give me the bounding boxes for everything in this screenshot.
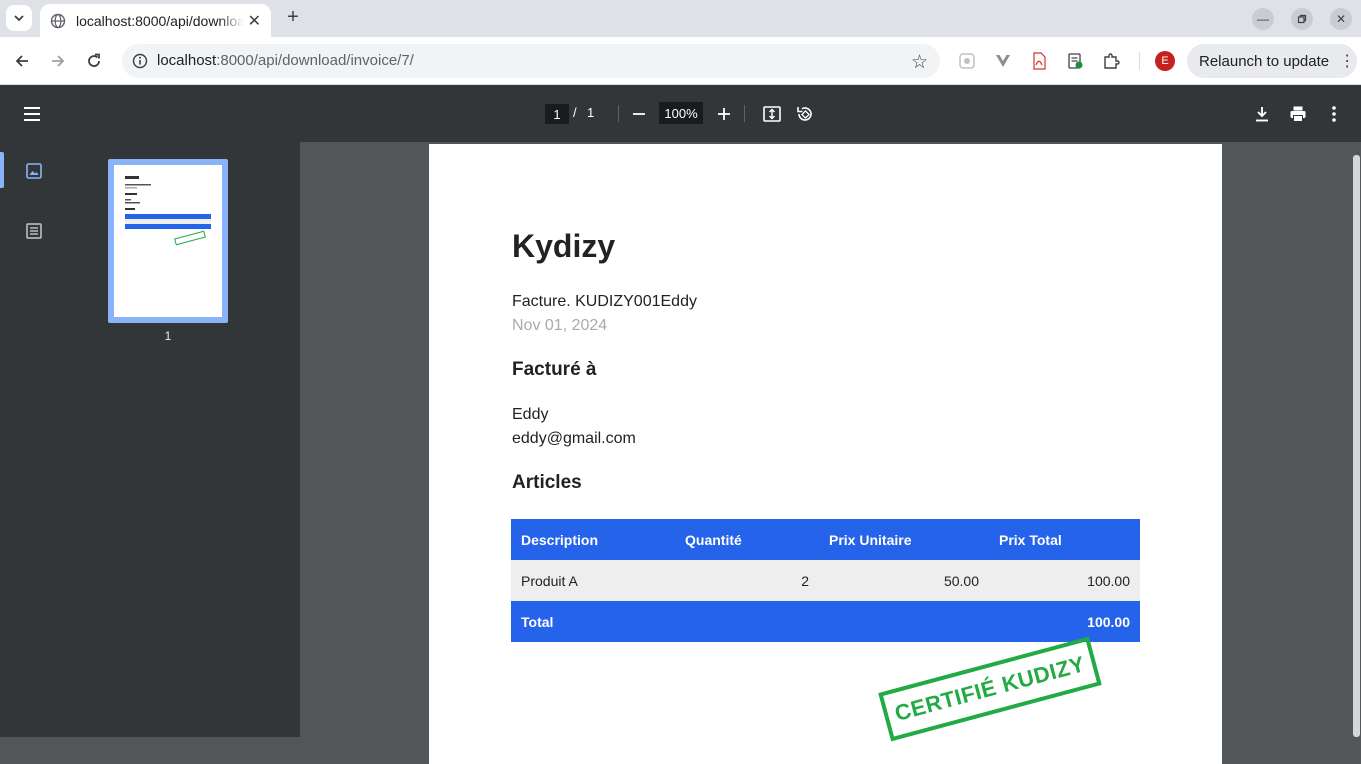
table-row: Produit A 2 50.00 100.00 <box>511 560 1140 601</box>
rotate-ccw-icon <box>797 107 812 121</box>
cell-unit-price: 50.00 <box>819 560 989 601</box>
pdf-toolbar: 1 / 1 100% <box>0 85 1361 142</box>
more-vert-icon <box>1332 106 1336 122</box>
tab-strip: localhost:8000/api/download/invoice/7/ ✕… <box>0 0 1361 37</box>
column-header: Prix Unitaire <box>819 519 989 560</box>
relaunch-label: Relaunch to update <box>1199 52 1330 70</box>
table-header-row: Description Quantité Prix Unitaire Prix … <box>511 519 1140 560</box>
items-table: Description Quantité Prix Unitaire Prix … <box>511 519 1140 642</box>
cell-total: 100.00 <box>989 560 1140 601</box>
cell-quantity: 2 <box>675 560 819 601</box>
zoom-in-button[interactable] <box>713 103 735 125</box>
reload-icon <box>88 53 100 67</box>
billed-to-heading: Facturé à <box>512 359 597 380</box>
client-name: Eddy <box>512 406 549 423</box>
items-heading: Articles <box>512 472 582 493</box>
column-header: Description <box>511 519 675 560</box>
url-host: localhost <box>157 52 217 69</box>
minimize-button[interactable]: — <box>1252 8 1274 30</box>
total-label: Total <box>511 601 675 642</box>
sheet-extension-icon[interactable] <box>1065 51 1085 71</box>
thumbnail-sidebar: 1 <box>0 142 300 737</box>
download-icon <box>1256 107 1268 122</box>
forward-button[interactable] <box>46 49 70 73</box>
more-vert-icon: ⋮ <box>1339 53 1356 70</box>
pdf-extension-icon[interactable] <box>1029 51 1049 71</box>
print-icon <box>1290 106 1306 122</box>
back-button[interactable] <box>10 49 34 73</box>
total-row: Total 100.00 <box>511 601 1140 642</box>
plus-icon <box>718 108 730 120</box>
browser-tab[interactable]: localhost:8000/api/download/invoice/7/ ✕ <box>40 4 271 37</box>
total-value: 100.00 <box>989 601 1140 642</box>
profile-avatar[interactable]: E <box>1155 51 1175 71</box>
column-header: Quantité <box>675 519 819 560</box>
page-total: 1 <box>587 105 595 120</box>
globe-icon <box>50 13 66 28</box>
menu-icon[interactable] <box>22 104 42 124</box>
thumbnail-preview <box>114 165 222 317</box>
active-indicator <box>0 152 4 188</box>
extension-grey-icon[interactable] <box>957 51 977 71</box>
arrow-right-icon <box>52 55 65 67</box>
certified-stamp: CERTIFIÉ KUDIZY <box>878 636 1102 742</box>
scrollbar-thumb[interactable] <box>1353 155 1360 737</box>
close-window-button[interactable]: ✕ <box>1330 8 1352 30</box>
minus-icon <box>633 113 645 115</box>
rotate-button[interactable] <box>794 103 816 125</box>
restore-button[interactable] <box>1291 8 1313 30</box>
invoice-date: Nov 01, 2024 <box>512 317 608 334</box>
thumbnail-page-number: 1 <box>164 329 172 343</box>
pdf-page: Kydizy Facture. KUDIZY001Eddy Nov 01, 20… <box>429 144 1222 764</box>
chevron-down-icon <box>14 15 24 22</box>
new-tab-button[interactable]: + <box>282 6 304 28</box>
toolbar-divider <box>744 105 745 122</box>
page-separator: / <box>573 105 577 120</box>
thumbnail-miniature <box>125 176 211 246</box>
zoom-out-button[interactable] <box>628 103 650 125</box>
vue-devtools-icon[interactable] <box>993 51 1013 71</box>
arrow-left-icon <box>15 55 28 67</box>
cell-description: Produit A <box>511 560 675 601</box>
fit-to-page-icon <box>763 106 781 122</box>
more-options-button[interactable] <box>1323 103 1345 125</box>
page-number-input[interactable]: 1 <box>545 104 569 124</box>
extensions-puzzle-icon[interactable] <box>1101 51 1121 71</box>
browser-toolbar: localhost:8000/api/download/invoice/7/ ☆… <box>0 37 1361 85</box>
thumbnails-icon[interactable] <box>24 161 44 181</box>
bookmark-star-icon[interactable]: ☆ <box>911 51 928 74</box>
tab-title: localhost:8000/api/download/invoice/7/ <box>76 12 244 29</box>
company-name: Kydizy <box>512 228 616 264</box>
invoice-number: Facture. KUDIZY001Eddy <box>512 293 697 310</box>
client-email: eddy@gmail.com <box>512 430 636 447</box>
outline-icon[interactable] <box>24 221 44 241</box>
page-thumbnail[interactable] <box>108 159 228 323</box>
url-path: :8000/api/download/invoice/7/ <box>216 52 414 69</box>
restore-icon <box>1297 14 1307 24</box>
tab-close-icon[interactable]: ✕ <box>248 11 261 31</box>
column-header: Prix Total <box>989 519 1140 560</box>
toolbar-separator <box>1139 52 1140 70</box>
address-bar[interactable]: localhost:8000/api/download/invoice/7/ ☆ <box>122 44 940 78</box>
toolbar-divider <box>618 105 619 122</box>
tab-search-button[interactable] <box>6 5 32 31</box>
fit-page-button[interactable] <box>761 103 783 125</box>
url-text: localhost:8000/api/download/invoice/7/ <box>157 52 414 69</box>
download-button[interactable] <box>1251 103 1273 125</box>
reload-button[interactable] <box>82 49 106 73</box>
print-button[interactable] <box>1287 103 1309 125</box>
zoom-input[interactable]: 100% <box>659 102 703 124</box>
relaunch-button[interactable]: Relaunch to update ⋮ <box>1187 44 1357 78</box>
site-info-icon[interactable] <box>132 53 148 69</box>
